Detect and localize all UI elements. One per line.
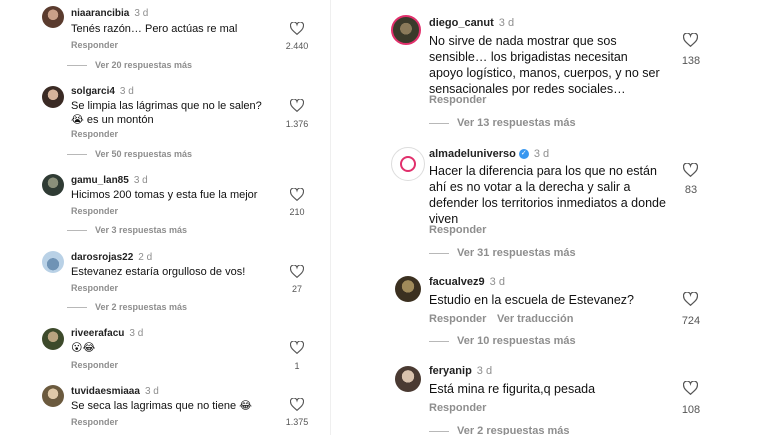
comment-username[interactable]: diego_canut 3 d bbox=[429, 17, 514, 29]
like-count: 138 bbox=[681, 55, 701, 67]
avatar[interactable] bbox=[391, 147, 425, 181]
comment-text: Se limpia las lágrimas que no le salen? … bbox=[71, 100, 262, 127]
heart-outline-icon[interactable] bbox=[683, 163, 698, 177]
comment-username[interactable]: solgarci4 3 d bbox=[71, 86, 134, 97]
heart-outline-icon[interactable] bbox=[290, 188, 304, 201]
comment-time: 3 d bbox=[119, 86, 134, 97]
comment-time: 3 d bbox=[133, 175, 148, 186]
comment-username[interactable]: riveerafacu 3 d bbox=[71, 328, 143, 339]
reply-button[interactable]: Responder bbox=[71, 283, 118, 293]
view-more-replies[interactable]: Ver 50 respuestas más bbox=[67, 149, 192, 159]
comment-text: Estudio en la escuela de Estevanez? bbox=[429, 293, 634, 307]
comment-text: Hacer la diferencia para los que no está… bbox=[429, 164, 666, 226]
avatar[interactable] bbox=[42, 6, 64, 28]
heart-outline-icon[interactable] bbox=[290, 22, 304, 35]
view-more-replies[interactable]: Ver 2 respuestas más bbox=[429, 425, 570, 435]
right-comments-panel: diego_canut 3 d No sirve de nada mostrar … bbox=[331, 0, 770, 435]
avatar[interactable] bbox=[42, 86, 64, 108]
translate-button[interactable]: Ver traducción bbox=[497, 313, 573, 325]
comment-time: 3 d bbox=[144, 386, 159, 397]
comment-time: 3 d bbox=[129, 328, 144, 339]
comment-time: 3 d bbox=[476, 365, 493, 377]
comment-username[interactable]: facualvez9 3 d bbox=[429, 276, 505, 288]
reply-button[interactable]: Responder bbox=[429, 94, 486, 106]
like-count: 1 bbox=[294, 361, 300, 371]
comment-time: 2 d bbox=[138, 252, 153, 263]
view-more-replies[interactable]: Ver 20 respuestas más bbox=[67, 60, 192, 70]
comment-time: 3 d bbox=[498, 17, 515, 29]
like-count: 724 bbox=[681, 315, 701, 327]
like-count: 83 bbox=[684, 184, 698, 196]
comment-text: No sirve de nada mostrar que sos sensibl… bbox=[429, 34, 660, 96]
avatar[interactable] bbox=[42, 251, 64, 273]
heart-outline-icon[interactable] bbox=[683, 381, 698, 395]
comment-text: Estevanez estaría orgulloso de vos! bbox=[71, 266, 246, 278]
like-count: 1.376 bbox=[285, 119, 309, 129]
comment-text: 😮😂 bbox=[71, 342, 96, 354]
reply-button[interactable]: Responder bbox=[71, 360, 118, 370]
reply-button[interactable]: Responder bbox=[71, 417, 118, 427]
comment-username[interactable]: niaarancibia 3 d bbox=[71, 8, 148, 19]
avatar[interactable] bbox=[42, 174, 64, 196]
reply-button[interactable]: Responder bbox=[71, 129, 118, 139]
comment-text: Tenés razón… Pero actúas re mal bbox=[71, 23, 238, 35]
heart-outline-icon[interactable] bbox=[683, 33, 698, 47]
comment-time: 3 d bbox=[134, 8, 149, 19]
comment-username[interactable]: feryanip 3 d bbox=[429, 365, 492, 377]
reply-button[interactable]: Responder bbox=[71, 206, 118, 216]
comment-username[interactable]: gamu_lan85 3 d bbox=[71, 175, 148, 186]
comment-username[interactable]: darosrojas22 2 d bbox=[71, 252, 152, 263]
reply-button[interactable]: Responder bbox=[429, 402, 486, 414]
reply-button[interactable]: Responder bbox=[71, 40, 118, 50]
view-more-replies[interactable]: Ver 3 respuestas más bbox=[67, 225, 187, 235]
reply-button[interactable]: Responder bbox=[429, 224, 486, 236]
left-comments-panel: niaarancibia 3 d Tenés razón… Pero actúas… bbox=[0, 0, 330, 435]
verified-badge-icon: ✓ bbox=[518, 149, 529, 160]
avatar[interactable] bbox=[395, 366, 421, 392]
avatar[interactable] bbox=[391, 15, 421, 45]
avatar[interactable] bbox=[395, 276, 421, 302]
like-count: 27 bbox=[291, 284, 302, 294]
heart-outline-icon[interactable] bbox=[290, 341, 304, 354]
comment-time: 3 d bbox=[533, 148, 550, 160]
comment-username[interactable]: tuvidaesmiaaa 3 d bbox=[71, 386, 159, 397]
comment-text: Se seca las lagrimas que no tiene 😂 bbox=[71, 400, 253, 412]
comment-text: Hicimos 200 tomas y esta fue la mejor bbox=[71, 189, 258, 201]
view-more-replies[interactable]: Ver 31 respuestas más bbox=[429, 247, 576, 259]
comment-username[interactable]: almadeluniverso ✓ 3 d bbox=[429, 148, 549, 160]
view-more-replies[interactable]: Ver 2 respuestas más bbox=[67, 302, 187, 312]
like-count: 2.440 bbox=[285, 41, 309, 51]
heart-outline-icon[interactable] bbox=[290, 265, 304, 278]
like-count: 210 bbox=[289, 207, 305, 217]
avatar[interactable] bbox=[42, 328, 64, 350]
view-more-replies[interactable]: Ver 10 respuestas más bbox=[429, 335, 576, 347]
heart-outline-icon[interactable] bbox=[683, 292, 698, 306]
heart-outline-icon[interactable] bbox=[290, 99, 304, 112]
avatar[interactable] bbox=[42, 385, 64, 407]
reply-button[interactable]: Responder bbox=[429, 313, 486, 325]
comment-text: Está mina re figurita,q pesada bbox=[429, 382, 596, 396]
like-count: 108 bbox=[681, 404, 701, 416]
comment-time: 3 d bbox=[489, 276, 505, 288]
view-more-replies[interactable]: Ver 13 respuestas más bbox=[429, 117, 576, 129]
like-count: 1.375 bbox=[285, 417, 309, 427]
heart-outline-icon[interactable] bbox=[290, 398, 304, 411]
